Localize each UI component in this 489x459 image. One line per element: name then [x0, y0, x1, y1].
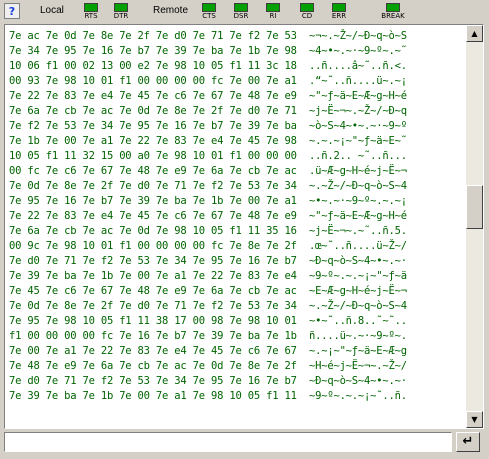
terminal-line: 00 fc 7e c6 7e 67 7e 48 7e e9 7e 6a 7e c… — [9, 165, 407, 177]
terminal-line: 7e 00 7e a1 7e 22 7e 83 7e e4 7e 45 7e c… — [9, 345, 407, 357]
led-label-err: ERR — [331, 12, 347, 20]
scroll-down-button[interactable]: ▼ — [466, 411, 483, 428]
led-break — [386, 3, 400, 12]
terminal-line: 7e 1b 7e 00 7e a1 7e 22 7e 83 7e e4 7e 4… — [9, 135, 407, 147]
terminal-line: f1 00 00 00 00 fc 7e 16 7e b7 7e 39 7e b… — [9, 330, 407, 342]
led-label-cd: CD — [301, 12, 313, 20]
led-ri — [266, 3, 280, 12]
led-label-break: BREAK — [381, 12, 405, 20]
terminal-output[interactable]: 7e ac 7e 0d 7e 8e 7e 2f 7e d0 7e 71 7e f… — [4, 24, 484, 429]
terminal-line: 7e 39 7e ba 7e 1b 7e 00 7e a1 7e 22 7e 8… — [9, 270, 407, 282]
terminal-line: 7e 0d 7e 8e 7e 2f 7e d0 7e 71 7e f2 7e 5… — [9, 180, 407, 192]
terminal-text-area: 7e ac 7e 0d 7e 8e 7e 2f 7e d0 7e 71 7e f… — [5, 25, 466, 428]
vertical-scrollbar[interactable]: ▲ ▼ — [466, 25, 483, 428]
scroll-up-button[interactable]: ▲ — [466, 25, 483, 42]
terminal-line: 7e 34 7e 95 7e 16 7e b7 7e 39 7e ba 7e 1… — [9, 45, 407, 57]
send-input[interactable] — [4, 432, 452, 452]
scroll-thumb[interactable] — [466, 185, 483, 229]
signal-toolbar: ? Local RTS DTR Remote CTS DSR RI CD ERR BREAK — [0, 0, 489, 24]
help-icon[interactable]: ? — [4, 3, 20, 19]
terminal-line: 10 06 f1 00 02 13 00 e2 7e 98 10 05 f1 1… — [9, 60, 407, 72]
led-rts — [84, 3, 98, 12]
terminal-line: 7e 39 7e ba 7e 1b 7e 00 7e a1 7e 98 10 0… — [9, 390, 407, 402]
terminal-line: 7e ac 7e 0d 7e 8e 7e 2f 7e d0 7e 71 7e f… — [9, 30, 407, 42]
remote-group-label: Remote — [153, 5, 189, 16]
led-label-dtr: DTR — [113, 12, 129, 20]
terminal-line: 7e 95 7e 16 7e b7 7e 39 7e ba 7e 1b 7e 0… — [9, 195, 407, 207]
led-label-ri: RI — [269, 12, 277, 20]
terminal-line: 7e 6a 7e cb 7e ac 7e 0d 7e 98 10 05 f1 1… — [9, 225, 407, 237]
led-dtr — [114, 3, 128, 12]
terminal-line: 7e 48 7e e9 7e 6a 7e cb 7e ac 7e 0d 7e 8… — [9, 360, 407, 372]
terminal-line: 7e 22 7e 83 7e e4 7e 45 7e c6 7e 67 7e 4… — [9, 90, 407, 102]
led-label-dsr: DSR — [233, 12, 249, 20]
terminal-line: 00 9c 7e 98 10 01 f1 00 00 00 00 fc 7e 8… — [9, 240, 407, 252]
terminal-line: 7e f2 7e 53 7e 34 7e 95 7e 16 7e b7 7e 3… — [9, 120, 407, 132]
local-group-label: Local — [40, 5, 64, 16]
send-enter-button[interactable]: ↵ — [456, 432, 480, 452]
terminal-line: 7e 22 7e 83 7e e4 7e 45 7e c6 7e 67 7e 4… — [9, 210, 407, 222]
terminal-line: 00 93 7e 98 10 01 f1 00 00 00 00 fc 7e 0… — [9, 75, 407, 87]
terminal-line: 7e 0d 7e 8e 7e 2f 7e d0 7e 71 7e f2 7e 5… — [9, 300, 407, 312]
led-label-rts: RTS — [84, 12, 98, 20]
send-row: ↵ — [4, 432, 484, 454]
terminal-line: 7e 45 7e c6 7e 67 7e 48 7e e9 7e 6a 7e c… — [9, 285, 407, 297]
led-err — [332, 3, 346, 12]
terminal-line: 10 05 f1 11 32 15 00 a0 7e 98 10 01 f1 0… — [9, 150, 407, 162]
led-dsr — [234, 3, 248, 12]
terminal-line: 7e 95 7e 98 10 05 f1 11 38 17 00 98 7e 9… — [9, 315, 407, 327]
terminal-line: 7e d0 7e 71 7e f2 7e 53 7e 34 7e 95 7e 1… — [9, 255, 407, 267]
led-cd — [300, 3, 314, 12]
led-label-cts: CTS — [202, 12, 216, 20]
terminal-line: 7e 6a 7e cb 7e ac 7e 0d 7e 8e 7e 2f 7e d… — [9, 105, 407, 117]
led-cts — [202, 3, 216, 12]
terminal-line: 7e d0 7e 71 7e f2 7e 53 7e 34 7e 95 7e 1… — [9, 375, 407, 387]
